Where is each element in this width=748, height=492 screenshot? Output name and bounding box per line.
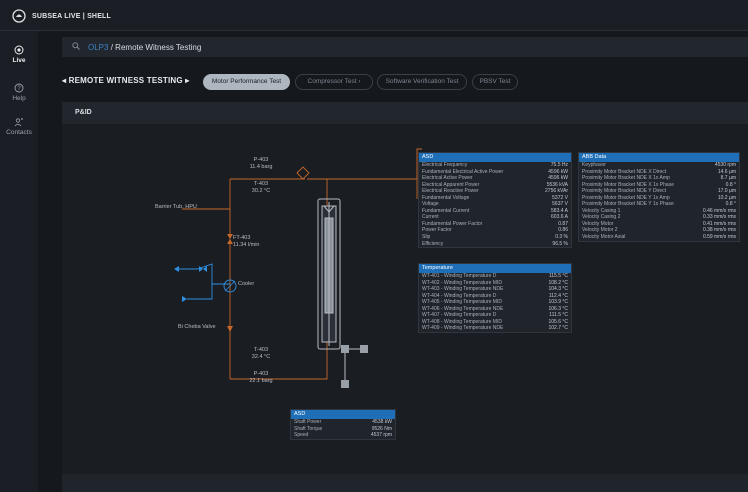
barrier-fluid-line-bottom	[230, 349, 328, 380]
cooler-supply-line	[179, 263, 230, 285]
tag: FT-403	[233, 235, 251, 241]
data-row: Efficiency 96.5 %	[419, 241, 571, 248]
row-label: WT-409 - Winding Temperature NDE	[422, 325, 504, 332]
brand-text: SUBSEA LIVE | SHELL	[32, 12, 112, 20]
row-label: Efficiency	[422, 240, 444, 247]
breadcrumb-bar: OLP3 / Remote Witness Testing	[62, 37, 748, 57]
barrier-hpu-label: Barrier Tub. HPU	[155, 204, 197, 210]
sidebar-item-contacts[interactable]: Contacts	[0, 117, 38, 136]
breadcrumb-separator: /	[110, 43, 113, 52]
panel-rows: Shaft Power 4538 kW Shaft Torque 9526 Nm Spe…	[291, 419, 395, 439]
test-tab-bar: ◂ REMOTE WITNESS TESTING ▸ Motor Perform…	[62, 71, 748, 91]
pressure-transmitter-top-label: P-403 11.4 barg	[246, 157, 276, 171]
row-value: 102.7 °C	[548, 325, 568, 332]
section-title-label: REMOTE WITNESS TESTING	[68, 76, 183, 85]
panel-header: ABB Data	[579, 153, 739, 162]
pid-diagram: P-403 11.4 barg T-403 30.2 °C Barrier Tu…	[62, 124, 748, 474]
help-icon: ?	[14, 83, 24, 93]
row-value: 96.5 %	[552, 240, 568, 247]
search-icon[interactable]	[72, 42, 80, 50]
panel-header: Temperature	[419, 264, 571, 273]
tag: P-403	[253, 157, 269, 163]
value: 30.2 °C	[251, 188, 271, 194]
tab-label: Motor Performance Test	[211, 78, 282, 85]
top-bar: SUBSEA LIVE | SHELL	[0, 0, 748, 31]
contacts-icon	[14, 118, 23, 127]
asd-shaft-panel: ASD Shaft Power 4538 kW Shaft Torque 9526 N…	[290, 409, 396, 440]
row-value: 0.59 mm/s rms	[702, 234, 736, 241]
tab-pbsv-test[interactable]: PBSV Test	[472, 74, 518, 90]
tab-label: Compressor Test	[307, 78, 357, 85]
section-title[interactable]: ◂ REMOTE WITNESS TESTING ▸	[62, 76, 190, 85]
tag: P-403	[253, 371, 269, 377]
chevron-right-icon: ›	[358, 78, 361, 85]
barrier-fluid-line-top	[307, 178, 328, 194]
sidebar-item-label: Live	[12, 57, 26, 64]
cooler-label: Cooler	[238, 281, 255, 287]
flow-transmitter-label: FT-403 11.34 l/min	[233, 235, 265, 249]
temperature-transmitter-top-label: T-403 30.2 °C	[246, 181, 276, 195]
chevron-right-icon: ▸	[185, 76, 190, 85]
flow-arrow-icon	[182, 296, 187, 302]
tab-label: PBSV Test	[479, 78, 511, 85]
pid-header: P&ID	[62, 102, 748, 124]
tab-compressor-test[interactable]: Compressor Test ›	[295, 74, 373, 90]
pressure-transmitter-bottom-label: P-403 22.1 barg	[246, 371, 276, 385]
breadcrumb-current: Remote Witness Testing	[115, 43, 202, 52]
tab-motor-performance-test[interactable]: Motor Performance Test	[203, 74, 290, 90]
flow-arrow-icon	[174, 266, 179, 272]
tag: T-403	[253, 347, 269, 353]
live-icon	[14, 45, 24, 55]
value: 32.4 °C	[251, 354, 271, 360]
cooler-return-line	[187, 284, 213, 300]
row-label: Speed	[294, 432, 309, 439]
breadcrumb-link-olp3[interactable]: OLP3	[88, 43, 108, 52]
data-row: WT-409 - Winding Temperature NDE 102.7 °C	[419, 325, 571, 332]
shell-logo-icon	[12, 9, 26, 23]
panel-rows: Keyphasor 4530 rpm Proximity Motor Bracket…	[579, 162, 739, 241]
panel-header: ASD	[419, 153, 571, 162]
abb-data-panel: ABB Data Keyphasor 4530 rpm Proximity Moto…	[578, 152, 740, 242]
value: 22.1 barg	[249, 378, 273, 384]
pid-title: P&ID	[75, 109, 92, 116]
heat-exchanger-icon	[296, 166, 310, 180]
breadcrumb: OLP3 / Remote Witness Testing	[88, 43, 201, 52]
temperature-transmitter-bottom-label: T-403 32.4 °C	[246, 347, 276, 361]
panel-rows: WT-401 - Winding Temperature D 115.5 °C WT…	[419, 273, 571, 332]
value: 11.4 barg	[249, 164, 273, 170]
check-valve-label: Bi Cheba Valve	[178, 324, 216, 330]
panel-header: ASD	[291, 410, 395, 419]
temperature-panel: Temperature WT-401 - Winding Temperature…	[418, 263, 572, 333]
sidebar-item-label: Help	[12, 95, 26, 102]
sidebar-item-label: Contacts	[6, 129, 32, 136]
asd-data-panel: ASD Electrical Frequency 75.5 Hz Fundament…	[418, 152, 572, 249]
bottom-panel	[62, 474, 748, 492]
row-value: 4537 rpm	[370, 432, 392, 439]
data-row: Speed 4537 rpm	[291, 432, 395, 439]
sidebar-item-live[interactable]: Live	[0, 45, 38, 64]
tab-software-verification-test[interactable]: Software Verification Test	[377, 74, 467, 90]
sidebar-item-help[interactable]: ? Help	[0, 83, 38, 102]
motor-housing	[317, 198, 341, 350]
panel-rows: Electrical Frequency 75.5 Hz Fundamental E…	[419, 162, 571, 247]
sidebar: Live ? Help Contacts	[0, 31, 38, 492]
value: 11.34 l/min	[233, 242, 260, 248]
tag: T-403	[253, 181, 269, 187]
row-label: Velocity Motor Axial	[582, 234, 626, 241]
brand[interactable]: SUBSEA LIVE | SHELL	[12, 9, 111, 23]
barrier-fluid-line-top-right	[315, 148, 422, 180]
data-row: Velocity Motor Axial 0.59 mm/s rms	[579, 234, 739, 241]
chevron-left-icon: ◂	[62, 76, 67, 85]
tab-label: Software Verification Test	[385, 78, 459, 85]
